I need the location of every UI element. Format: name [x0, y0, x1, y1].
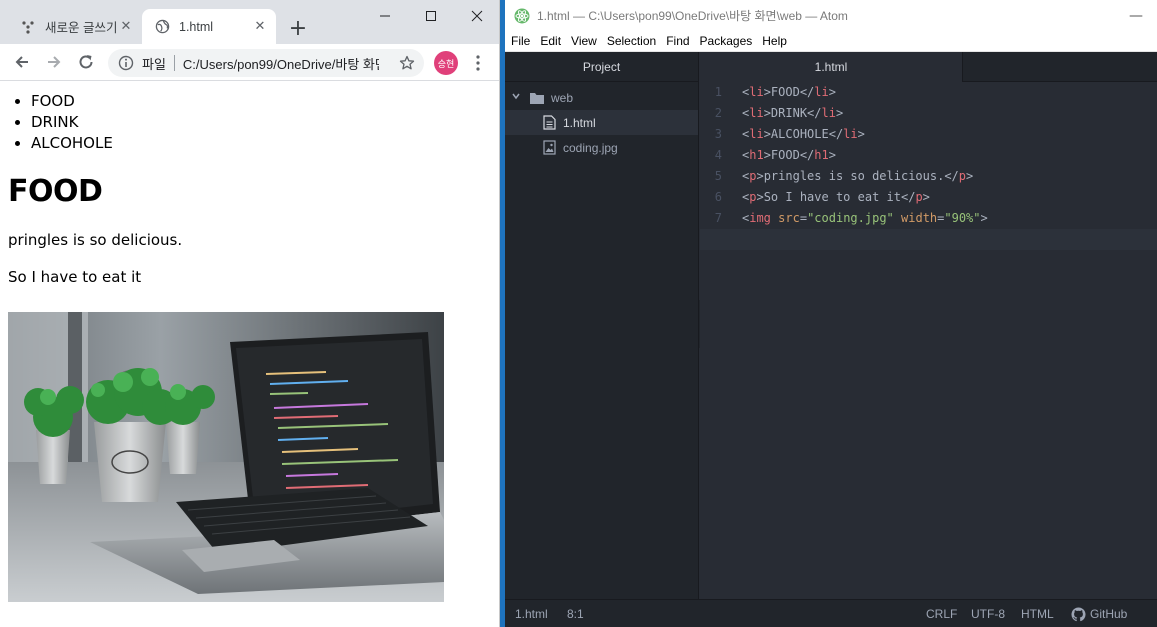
- food-list: FOOD DRINK ALCOHOLE: [8, 91, 492, 154]
- code-line: <li>FOOD</li>: [742, 85, 836, 99]
- code-lines[interactable]: <li>FOOD</li> <li>DRINK</li> <li>ALCOHOL…: [700, 82, 1157, 250]
- reload-icon[interactable]: [72, 48, 100, 76]
- menu-packages[interactable]: Packages: [700, 34, 753, 48]
- editor-tab-bar: 1.html: [700, 52, 1157, 82]
- tree-label: web: [551, 90, 574, 105]
- tree-file-1html[interactable]: 1.html: [505, 110, 698, 135]
- bookmark-star-icon[interactable]: [398, 54, 416, 72]
- browser-toolbar: 파일 C:/Users/pon99/OneDrive/바탕 화면/web/1.h…: [0, 44, 499, 81]
- browser-tab-strip: 새로운 글쓰기 ✕ 1.html ✕ +: [0, 0, 499, 44]
- editor-tab-1html[interactable]: 1.html: [700, 52, 963, 82]
- laptop-photo: [8, 312, 444, 602]
- minimize-icon[interactable]: [362, 0, 408, 32]
- line-number: 7: [714, 211, 722, 225]
- status-bar: 1.html 8:1 CRLF UTF-8 HTML GitHub: [505, 599, 1157, 627]
- folder-icon: [529, 90, 545, 106]
- github-icon: [1071, 606, 1086, 621]
- code-string: "coding.jpg": [807, 211, 894, 225]
- status-file[interactable]: 1.html: [515, 600, 548, 627]
- tree-label: 1.html: [563, 115, 596, 130]
- code-text: ALCOHOLE: [770, 127, 829, 141]
- project-panel-header[interactable]: Project: [505, 52, 698, 82]
- code-text: FOOD: [770, 148, 800, 162]
- code-text: FOOD: [770, 85, 800, 99]
- info-icon[interactable]: [118, 55, 134, 71]
- list-item: FOOD: [31, 91, 492, 112]
- atom-menubar: File Edit View Selection Find Packages H…: [505, 31, 1157, 52]
- line-number: 6: [714, 190, 722, 204]
- line-number: 4: [714, 148, 722, 162]
- tree-folder-web[interactable]: web: [505, 85, 698, 110]
- page-content: FOOD DRINK ALCOHOLE FOOD pringles is so …: [0, 82, 499, 627]
- status-encoding[interactable]: UTF-8: [971, 600, 1005, 627]
- paragraph: So I have to eat it: [8, 268, 142, 286]
- atom-minimize-icon[interactable]: —: [1129, 8, 1143, 24]
- list-item: ALCOHOLE: [31, 133, 492, 154]
- line-number: 3: [714, 127, 722, 141]
- tree-file-codingjpg[interactable]: coding.jpg: [505, 135, 698, 160]
- list-item: DRINK: [31, 112, 492, 133]
- tab-title: 1.html: [179, 19, 214, 34]
- menu-edit[interactable]: Edit: [540, 34, 561, 48]
- atom-window: 1.html — C:\Users\pon99\OneDrive\바탕 화면\w…: [505, 0, 1157, 627]
- more-vert-icon[interactable]: [466, 50, 490, 76]
- menu-help[interactable]: Help: [762, 34, 787, 48]
- menu-view[interactable]: View: [571, 34, 597, 48]
- page-heading: FOOD: [8, 174, 103, 209]
- back-arrow-icon[interactable]: [8, 48, 36, 76]
- code-line: <li>ALCOHOLE</li>: [742, 127, 865, 141]
- profile-avatar[interactable]: 승현: [434, 51, 458, 75]
- chevron-down-icon: [511, 91, 523, 104]
- code-line: <p>So I have to eat it</p>: [742, 190, 930, 204]
- paragraph: pringles is so delicious.: [8, 231, 183, 249]
- tab-close-icon[interactable]: ✕: [252, 19, 268, 35]
- code-line: <img src="coding.jpg" width="90%">: [742, 211, 988, 225]
- tab-close-icon[interactable]: ✕: [118, 19, 134, 35]
- code-line: <p>pringles is so delicious.</p>: [742, 169, 974, 183]
- window-close-icon[interactable]: [454, 0, 499, 32]
- address-bar[interactable]: 파일 C:/Users/pon99/OneDrive/바탕 화면/web/1.h…: [108, 49, 424, 77]
- globe-icon: [154, 19, 170, 35]
- line-number: 1: [714, 85, 722, 99]
- dots-favicon-icon: [20, 19, 36, 35]
- file-image-icon: [541, 140, 557, 156]
- code-editor[interactable]: 1 2 3 4 5 6 7 8 <li>FOOD</li> <li>DRINK<…: [700, 82, 1157, 599]
- maximize-icon[interactable]: [408, 0, 454, 32]
- browser-tab-inactive[interactable]: 새로운 글쓰기 ✕: [8, 9, 142, 44]
- scheme-label: 파일: [142, 57, 166, 73]
- status-grammar[interactable]: HTML: [1021, 600, 1054, 627]
- menu-selection[interactable]: Selection: [607, 34, 656, 48]
- address-divider: [173, 55, 175, 71]
- menu-file[interactable]: File: [511, 34, 530, 48]
- line-number-gutter: 1 2 3 4 5 6 7 8: [700, 82, 736, 599]
- status-github-label: GitHub: [1090, 607, 1128, 621]
- menu-find[interactable]: Find: [666, 34, 689, 48]
- status-github[interactable]: GitHub: [1071, 600, 1127, 627]
- code-attr: src: [778, 211, 800, 225]
- tab-title: 새로운 글쓰기: [45, 21, 118, 35]
- code-text: DRINK: [770, 106, 808, 120]
- line-number: 2: [714, 106, 722, 120]
- status-line-ending[interactable]: CRLF: [926, 600, 957, 627]
- code-string: "90%": [944, 211, 981, 225]
- atom-window-title: 1.html — C:\Users\pon99\OneDrive\바탕 화면\w…: [537, 9, 848, 23]
- tree-label: coding.jpg: [563, 140, 618, 155]
- line-number: 5: [714, 169, 722, 183]
- new-tab-button[interactable]: +: [284, 14, 312, 42]
- browser-tab-active[interactable]: 1.html ✕: [142, 9, 276, 44]
- code-text: pringles is so delicious.: [763, 169, 945, 183]
- code-attr: width: [901, 211, 938, 225]
- file-text-icon: [541, 115, 557, 131]
- code-text: So I have to eat it: [763, 190, 901, 204]
- code-line: <li>DRINK</li>: [742, 106, 844, 120]
- url-text[interactable]: C:/Users/pon99/OneDrive/바탕 화면/web/1.html: [183, 54, 379, 73]
- forward-arrow-icon[interactable]: [40, 48, 68, 76]
- browser-window: 새로운 글쓰기 ✕ 1.html ✕ + 파일 C:/Users/pon99/O…: [0, 0, 500, 627]
- atom-titlebar: 1.html — C:\Users\pon99\OneDrive\바탕 화면\w…: [505, 0, 1157, 31]
- atom-logo-icon: [514, 8, 530, 23]
- project-tree: Project web 1.html coding.jpg: [505, 52, 699, 599]
- status-cursor[interactable]: 8:1: [567, 600, 584, 627]
- code-line-current: [700, 229, 1157, 250]
- code-line: <h1>FOOD</h1>: [742, 148, 836, 162]
